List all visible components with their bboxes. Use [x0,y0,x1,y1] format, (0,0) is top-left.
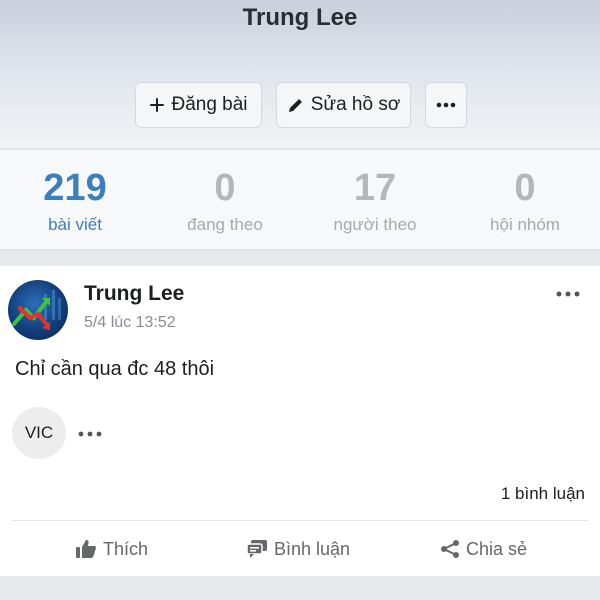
profile-more-button[interactable] [425,82,467,128]
profile-name: Trung Lee [242,4,358,31]
post-body-text: Chỉ cần qua đc 48 thôi [15,358,215,380]
comment-count[interactable]: 1 bình luận [501,484,585,504]
stat-label: bài viết [48,215,102,234]
more-icon [556,291,580,297]
profile-actions: Đăng bài Sửa hồ sơ [135,82,467,128]
stat-label: hội nhóm [490,215,560,234]
create-post-label: Đăng bài [171,94,248,115]
stat-following[interactable]: 0 đang theo [150,150,300,249]
comment-button[interactable]: Bình luận [246,532,350,566]
plus-icon [150,98,165,112]
avatar[interactable] [8,280,68,340]
post-author[interactable]: Trung Lee [84,282,184,306]
like-label: Thích [103,538,149,559]
share-icon [441,540,459,558]
stat-value: 0 [214,167,236,209]
stat-value: 17 [353,167,397,209]
more-icon [436,102,456,108]
avatar-chart-image [12,290,61,330]
divider [12,520,588,521]
pencil-icon [288,99,302,112]
profile-stats: 219 bài viết 0 đang theo 17 người theo 0… [0,150,600,250]
share-button[interactable]: Chia sẻ [440,532,527,566]
create-post-button[interactable]: Đăng bài [135,82,262,128]
feed-separator [0,576,600,600]
stat-label: đang theo [187,215,263,234]
stat-value: 219 [43,167,107,209]
post-actions: Thích Bình luận Chia sẻ [0,532,600,566]
thumb-up-icon [76,540,96,558]
stat-posts[interactable]: 219 bài viết [0,150,150,249]
stat-value: 0 [514,167,536,209]
edit-profile-button[interactable]: Sửa hồ sơ [276,82,411,128]
comment-label: Bình luận [274,538,351,559]
post-menu-button[interactable] [556,284,580,302]
more-icon [78,431,102,437]
tag-more-button[interactable] [78,424,102,442]
edit-profile-label: Sửa hồ sơ [310,94,401,115]
share-label: Chia sẻ [466,538,528,559]
post-card: Trung Lee 5/4 lúc 13:52 Chỉ cần qua đc 4… [0,266,600,576]
stat-groups[interactable]: 0 hội nhóm [450,150,600,249]
profile-header: Trung Lee Đăng bài Sửa hồ sơ [0,0,600,148]
stat-followers[interactable]: 17 người theo [300,150,450,249]
stock-tag-chip[interactable]: VIC [12,407,66,459]
like-button[interactable]: Thích [75,532,148,566]
post-timestamp: 5/4 lúc 13:52 [84,314,176,331]
stat-label: người theo [333,215,417,234]
comment-icon [246,540,267,558]
